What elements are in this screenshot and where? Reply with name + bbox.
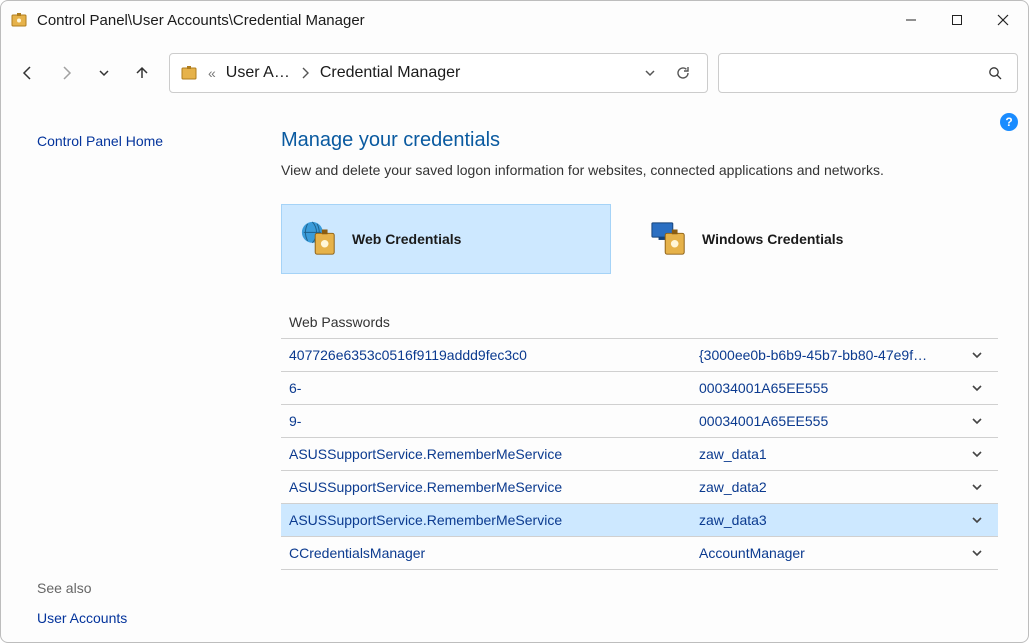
credential-tiles: Web Credentials Windows Credentials xyxy=(281,204,998,274)
user-accounts-link[interactable]: User Accounts xyxy=(37,610,281,626)
chevron-down-icon[interactable] xyxy=(964,480,990,494)
main-panel: ? Manage your credentials View and delet… xyxy=(281,111,1028,642)
credential-row[interactable]: 6-00034001A65EE555 xyxy=(281,372,998,405)
title-bar: Control Panel\User Accounts\Credential M… xyxy=(1,1,1028,39)
credential-name: ASUSSupportService.RememberMeService xyxy=(289,479,699,495)
search-box[interactable] xyxy=(718,53,1018,93)
maximize-button[interactable] xyxy=(934,4,980,36)
search-icon xyxy=(988,66,1003,81)
credential-name: 407726e6353c0516f9119addd9fec3c0 xyxy=(289,347,699,363)
credential-user: AccountManager xyxy=(699,545,964,561)
credential-name: ASUSSupportService.RememberMeService xyxy=(289,512,699,528)
credential-row[interactable]: ASUSSupportService.RememberMeServicezaw_… xyxy=(281,438,998,471)
section-label: Web Passwords xyxy=(281,314,998,339)
tile-label: Web Credentials xyxy=(352,231,461,247)
chevron-down-icon[interactable] xyxy=(964,447,990,461)
credential-row[interactable]: 9-00034001A65EE555 xyxy=(281,405,998,438)
up-button[interactable] xyxy=(125,56,159,90)
location-icon xyxy=(180,64,198,82)
credential-name: ASUSSupportService.RememberMeService xyxy=(289,446,699,462)
chevron-down-icon[interactable] xyxy=(964,414,990,428)
credential-user: zaw_data2 xyxy=(699,479,964,495)
chevron-down-icon[interactable] xyxy=(964,513,990,527)
history-dropdown[interactable] xyxy=(87,56,121,90)
breadcrumb-segment[interactable]: User A… xyxy=(220,64,296,82)
back-button[interactable] xyxy=(11,56,45,90)
credential-name: 9- xyxy=(289,413,699,429)
chevron-down-icon[interactable] xyxy=(964,546,990,560)
chevron-down-icon[interactable] xyxy=(964,348,990,362)
help-icon[interactable]: ? xyxy=(1000,113,1018,131)
nav-row: « User A… Credential Manager xyxy=(1,39,1028,111)
app-icon xyxy=(11,12,27,28)
credential-row[interactable]: 407726e6353c0516f9119addd9fec3c0{3000ee0… xyxy=(281,339,998,372)
close-button[interactable] xyxy=(980,4,1026,36)
window: Control Panel\User Accounts\Credential M… xyxy=(0,0,1029,643)
credential-row[interactable]: ASUSSupportService.RememberMeServicezaw_… xyxy=(281,471,998,504)
window-title: Control Panel\User Accounts\Credential M… xyxy=(37,12,888,29)
credential-user: {3000ee0b-b6b9-45b7-bb80-47e9f… xyxy=(699,347,964,363)
content-body: Control Panel Home See also User Account… xyxy=(1,111,1028,642)
sidebar: Control Panel Home See also User Account… xyxy=(1,111,281,642)
chevron-right-icon xyxy=(296,67,314,79)
credential-row[interactable]: ASUSSupportService.RememberMeServicezaw_… xyxy=(281,504,998,537)
windows-credentials-tile[interactable]: Windows Credentials xyxy=(631,204,961,274)
globe-vault-icon xyxy=(300,220,338,258)
address-bar[interactable]: « User A… Credential Manager xyxy=(169,53,708,93)
credential-list: 407726e6353c0516f9119addd9fec3c0{3000ee0… xyxy=(281,339,998,570)
credential-user: 00034001A65EE555 xyxy=(699,380,964,396)
chevron-down-icon[interactable] xyxy=(964,381,990,395)
credential-name: 6- xyxy=(289,380,699,396)
control-panel-home-link[interactable]: Control Panel Home xyxy=(37,133,281,149)
page-title: Manage your credentials xyxy=(281,129,998,152)
credential-user: 00034001A65EE555 xyxy=(699,413,964,429)
web-credentials-tile[interactable]: Web Credentials xyxy=(281,204,611,274)
breadcrumb-segment[interactable]: Credential Manager xyxy=(314,64,467,82)
credential-row[interactable]: CCredentialsManagerAccountManager xyxy=(281,537,998,570)
see-also-label: See also xyxy=(37,580,281,596)
credential-user: zaw_data3 xyxy=(699,512,964,528)
refresh-button[interactable] xyxy=(665,65,701,81)
tile-label: Windows Credentials xyxy=(702,231,843,247)
page-subtitle: View and delete your saved logon informa… xyxy=(281,162,998,178)
monitor-vault-icon xyxy=(650,220,688,258)
credential-name: CCredentialsManager xyxy=(289,545,699,561)
forward-button[interactable] xyxy=(49,56,83,90)
credential-user: zaw_data1 xyxy=(699,446,964,462)
breadcrumb-ellipsis[interactable]: « xyxy=(204,65,220,81)
address-dropdown[interactable] xyxy=(635,66,665,80)
minimize-button[interactable] xyxy=(888,4,934,36)
